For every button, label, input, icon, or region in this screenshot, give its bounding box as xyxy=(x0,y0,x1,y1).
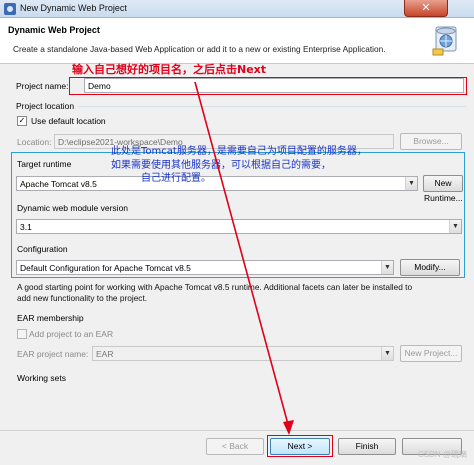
eclipse-app-icon xyxy=(4,3,16,15)
ear-project-name-value: EAR xyxy=(96,349,114,359)
add-to-ear-checkbox[interactable] xyxy=(17,329,27,339)
close-button[interactable]: ✕ xyxy=(404,0,448,17)
add-to-ear-label: Add project to an EAR xyxy=(29,329,114,339)
project-name-label: Project name: xyxy=(16,81,69,91)
web-project-wizard-icon xyxy=(432,26,457,56)
blue-annotation-line3: 自己进行配置。 xyxy=(141,173,211,184)
use-default-location-label: Use default location xyxy=(31,116,106,126)
new-ear-project-button[interactable]: New Project... xyxy=(400,345,462,362)
next-button-highlight-box xyxy=(267,435,333,457)
project-location-separator xyxy=(78,106,466,107)
finish-button[interactable]: Finish xyxy=(338,438,396,455)
ear-project-name-select[interactable]: EAR ▼ xyxy=(92,346,394,361)
ear-membership-heading: EAR membership xyxy=(17,313,84,323)
back-button[interactable]: < Back xyxy=(206,438,264,455)
footer-separator xyxy=(0,430,474,431)
working-sets-heading: Working sets xyxy=(17,373,66,383)
red-annotation-note: 输入自己想好的项目名，之后点击Next xyxy=(72,63,267,76)
location-label: Location: xyxy=(17,137,52,147)
blue-annotation-line1: 此处是Tomcat服务器，是需要自己为项目配置的服务器， xyxy=(111,146,367,157)
wizard-description: Create a standalone Java-based Web Appli… xyxy=(13,44,386,54)
chevron-down-icon: ▼ xyxy=(381,347,393,360)
project-location-heading: Project location xyxy=(16,101,75,111)
wizard-title: Dynamic Web Project xyxy=(8,25,100,35)
window-title: New Dynamic Web Project xyxy=(20,3,127,13)
project-name-highlight-box xyxy=(69,77,467,95)
use-default-location-checkbox[interactable]: ✓ xyxy=(17,116,27,126)
wizard-header: Dynamic Web Project Create a standalone … xyxy=(0,18,474,64)
arrow-head-icon xyxy=(283,420,294,435)
browse-button[interactable]: Browse... xyxy=(400,133,462,150)
configuration-description-line2: add new functionality to the project. xyxy=(17,293,148,303)
configuration-description-line1: A good starting point for working with A… xyxy=(17,282,413,292)
csdn-watermark: CSDN @琉璃 xyxy=(418,450,468,459)
ear-project-name-label: EAR project name: xyxy=(17,349,89,359)
title-bar: New Dynamic Web Project ✕ xyxy=(0,0,474,18)
